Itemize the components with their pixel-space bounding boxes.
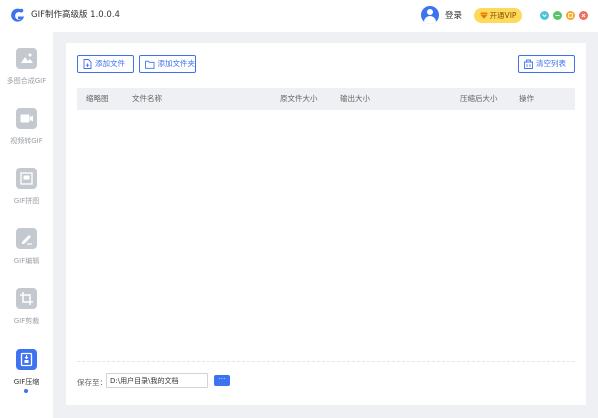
add-file-label: 添加文件 <box>95 59 125 68</box>
sidebar-item-label: GIF编辑 <box>13 257 40 265</box>
sidebar-item-crop[interactable]: GIF剪裁 <box>0 288 53 338</box>
sidebar-item-edit[interactable]: GIF编辑 <box>0 228 53 278</box>
clear-list-icon <box>524 59 533 69</box>
sidebar-item-video-to-gif[interactable]: 视频转GIF <box>0 108 53 158</box>
login-link[interactable]: 登录 <box>445 10 462 22</box>
minus-icon <box>555 15 560 16</box>
column-header-compressed-size: 压缩后大小 <box>460 94 498 103</box>
edit-icon <box>16 228 37 249</box>
sidebar-item-image-merge[interactable]: 多图合成GIF <box>0 48 53 98</box>
add-file-button[interactable]: 添加文件 <box>77 55 134 73</box>
column-header-output-size: 输出大小 <box>340 94 370 103</box>
square-icon <box>568 13 573 18</box>
sidebar-item-collage[interactable]: GIF拼图 <box>0 168 53 218</box>
sidebar-item-label: 多图合成GIF <box>6 77 47 85</box>
maximize-button[interactable] <box>566 11 575 20</box>
crop-icon <box>16 288 37 309</box>
browse-button[interactable]: ··· <box>214 375 230 386</box>
sidebar-item-label: 视频转GIF <box>10 137 43 145</box>
add-folder-label: 添加文件夹 <box>157 59 196 68</box>
minimize-button[interactable] <box>553 11 562 20</box>
collage-icon <box>16 168 37 189</box>
column-header-thumbnail: 缩略图 <box>86 94 109 103</box>
column-header-original-size: 原文件大小 <box>280 94 318 103</box>
image-merge-icon <box>16 48 37 69</box>
title-bar: GIF制作高级版 1.0.0.4 登录 开通VIP <box>0 0 598 32</box>
column-header-filename: 文件名称 <box>132 94 162 103</box>
sidebar-item-label: GIF拼图 <box>13 197 40 205</box>
close-button[interactable] <box>579 11 588 20</box>
chevron-down-icon <box>542 14 547 18</box>
video-icon <box>16 108 37 129</box>
close-icon <box>581 13 586 18</box>
add-file-icon <box>83 59 92 69</box>
app-title: GIF制作高级版 1.0.0.4 <box>31 10 120 20</box>
sidebar: 多图合成GIF 视频转GIF GIF拼图 GIF编辑 GIF剪裁 GIF压缩 <box>0 32 53 418</box>
save-to-label: 保存至： <box>77 378 107 387</box>
add-folder-button[interactable]: 添加文件夹 <box>139 55 196 73</box>
clear-list-button[interactable]: 清空列表 <box>518 55 575 73</box>
sidebar-item-label: GIF压缩 <box>13 378 40 386</box>
diamond-icon <box>479 12 488 19</box>
main-panel: 添加文件 添加文件夹 清空列表 缩略图 文件名称 原文件大小 输出大小 压缩后大… <box>66 43 586 405</box>
folder-icon <box>145 60 155 69</box>
footer-divider <box>77 361 575 362</box>
vip-label: 开通VIP <box>489 10 517 20</box>
vip-button[interactable]: 开通VIP <box>474 8 522 23</box>
sidebar-item-compress[interactable]: GIF压缩 <box>0 349 53 399</box>
compress-icon <box>16 349 37 370</box>
sidebar-item-label: GIF剪裁 <box>13 317 40 325</box>
column-header-actions: 操作 <box>519 94 534 103</box>
app-logo-icon <box>11 8 24 22</box>
minimize-tray-button[interactable] <box>540 11 549 20</box>
user-avatar[interactable] <box>421 6 439 24</box>
table-header: 缩略图 文件名称 原文件大小 输出大小 压缩后大小 操作 <box>77 88 575 110</box>
active-indicator <box>24 389 28 393</box>
save-path-input[interactable] <box>106 373 208 388</box>
clear-list-label: 清空列表 <box>536 59 566 68</box>
